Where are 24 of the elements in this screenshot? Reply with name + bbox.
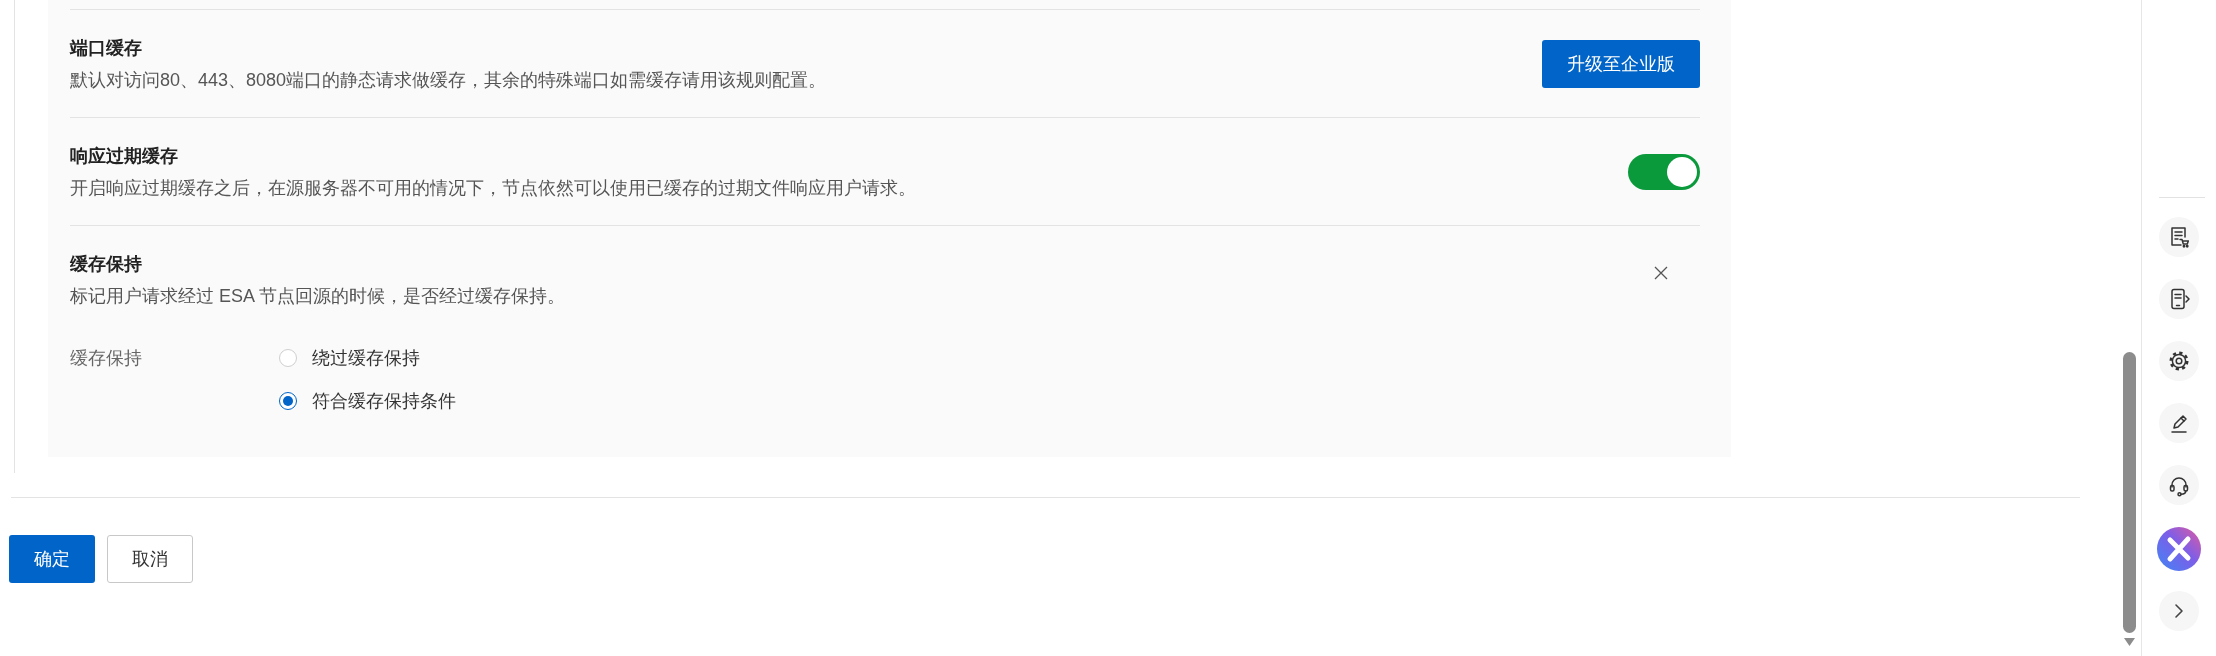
setting-description: 标记用户请求经过 ESA 节点回源的时候，是否经过缓存保持。 xyxy=(70,285,566,308)
field-label: 缓存保持 xyxy=(70,347,143,370)
x-circle-icon[interactable] xyxy=(2157,527,2201,571)
scroll-down-icon[interactable] xyxy=(2123,638,2136,646)
radio-icon[interactable] xyxy=(279,392,297,410)
edit-icon[interactable] xyxy=(2159,403,2199,443)
scrollbar-thumb[interactable] xyxy=(2123,352,2136,633)
setting-description: 默认对访问80、443、8080端口的静态请求做缓存，其余的特殊端口如需缓存请用该规则配置。 xyxy=(70,69,827,92)
headset-icon[interactable] xyxy=(2159,465,2199,505)
confirm-button[interactable]: 确定 xyxy=(9,535,95,583)
cancel-button[interactable]: 取消 xyxy=(107,535,193,583)
setting-title: 响应过期缓存 xyxy=(70,145,179,168)
radio-option[interactable]: 符合缓存保持条件 xyxy=(279,388,456,414)
upgrade-button[interactable]: 升级至企业版 xyxy=(1542,40,1700,88)
radio-option[interactable]: 绕过缓存保持 xyxy=(279,345,456,371)
document-cart-icon[interactable] xyxy=(2159,217,2199,257)
tablet-icon[interactable] xyxy=(2159,279,2199,319)
chevron-right-icon[interactable] xyxy=(2159,591,2199,631)
toggle-switch[interactable] xyxy=(1628,154,1700,190)
setting-title: 缓存保持 xyxy=(70,253,143,276)
setting-title: 端口缓存 xyxy=(70,37,143,60)
close-icon[interactable] xyxy=(1654,266,1668,280)
setting-description: 开启响应过期缓存之后，在源服务器不可用的情况下，节点依然可以使用已缓存的过期文件响应用户请求。 xyxy=(70,177,916,200)
settings-icon[interactable] xyxy=(2159,341,2199,381)
